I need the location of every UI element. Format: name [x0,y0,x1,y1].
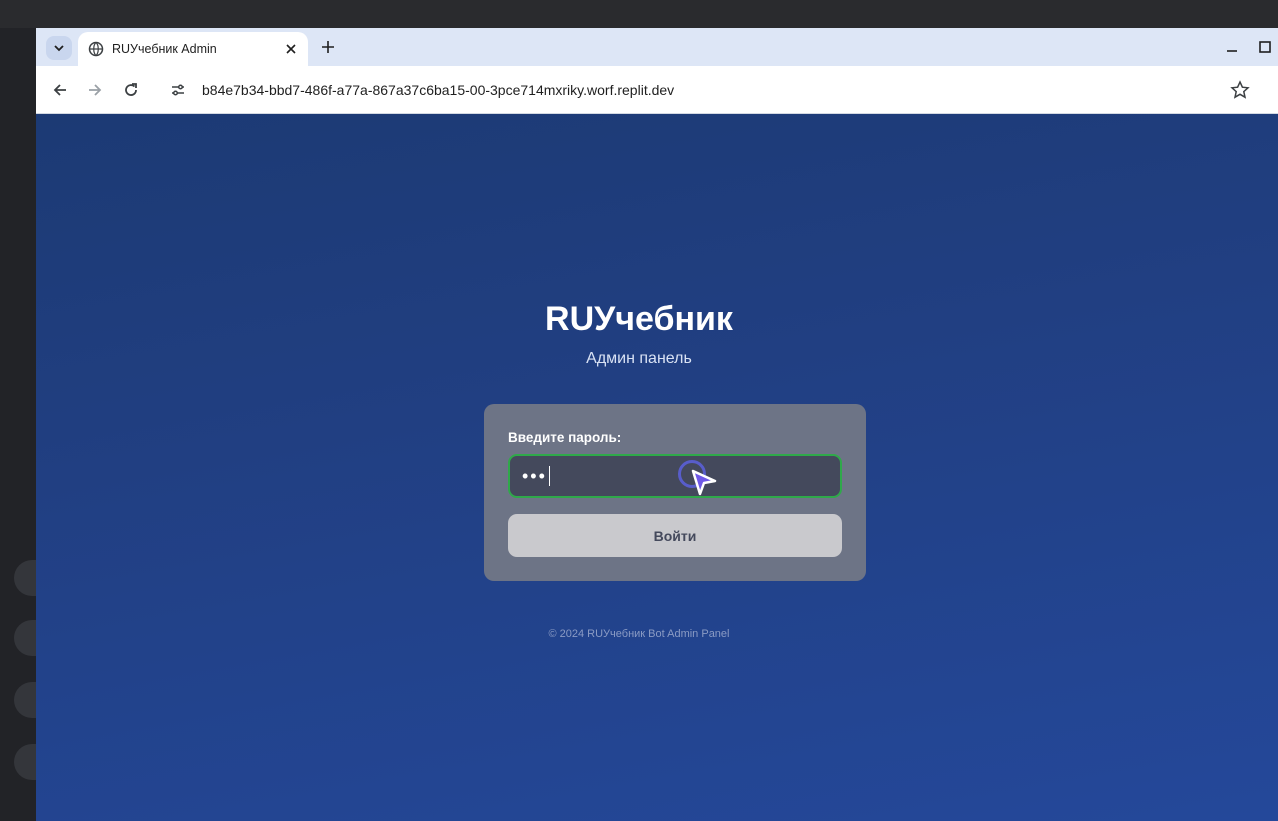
password-label: Введите пароль: [508,430,622,445]
password-value: ••• [522,465,547,486]
login-button[interactable]: Войти [508,514,842,557]
forward-icon [89,84,102,96]
reload-icon [125,83,137,96]
reload-button[interactable] [121,80,141,100]
back-icon [53,84,66,96]
tab-title: RUУчебник Admin [112,42,217,56]
browser-window: RUУчебник Admin b84e7b34-bbd7-486f-a77a-… [36,28,1278,821]
back-button[interactable] [50,80,70,100]
password-input[interactable]: ••• [508,454,842,498]
site-info-icon [172,84,184,96]
tab-search-icon [54,45,64,52]
site-info-button[interactable] [168,80,188,100]
tab-bar: RUУчебник Admin [36,28,1278,66]
login-card: Введите пароль: ••• Войти [484,404,866,581]
plus-icon [322,41,334,53]
admin-login-page: RUУчебник Админ панель Введите пароль: •… [36,114,1278,821]
tab-close-button[interactable] [284,42,298,56]
browser-toolbar: b84e7b34-bbd7-486f-a77a-867a37c6ba15-00-… [36,66,1278,114]
footer-copyright: © 2024 RUУчебник Bot Admin Panel [548,628,730,640]
url-text: b84e7b34-bbd7-486f-a77a-867a37c6ba15-00-… [202,82,675,98]
address-bar[interactable]: b84e7b34-bbd7-486f-a77a-867a37c6ba15-00-… [160,73,1272,107]
tab-search-button[interactable] [46,36,72,60]
brand-subtitle: Админ панель [586,350,692,367]
brand-title: RUУчебник [545,300,733,338]
forward-button[interactable] [85,80,105,100]
pointer-cursor-icon [691,469,717,496]
maximize-icon[interactable] [1258,40,1272,54]
active-tab[interactable]: RUУчебник Admin [78,32,308,66]
minimize-icon[interactable] [1226,40,1238,54]
star-icon[interactable] [1230,80,1250,100]
globe-icon [88,41,104,57]
text-caret [548,466,550,486]
new-tab-button[interactable] [319,38,337,56]
close-icon [286,44,296,54]
background-desktop-strip [0,0,1278,28]
